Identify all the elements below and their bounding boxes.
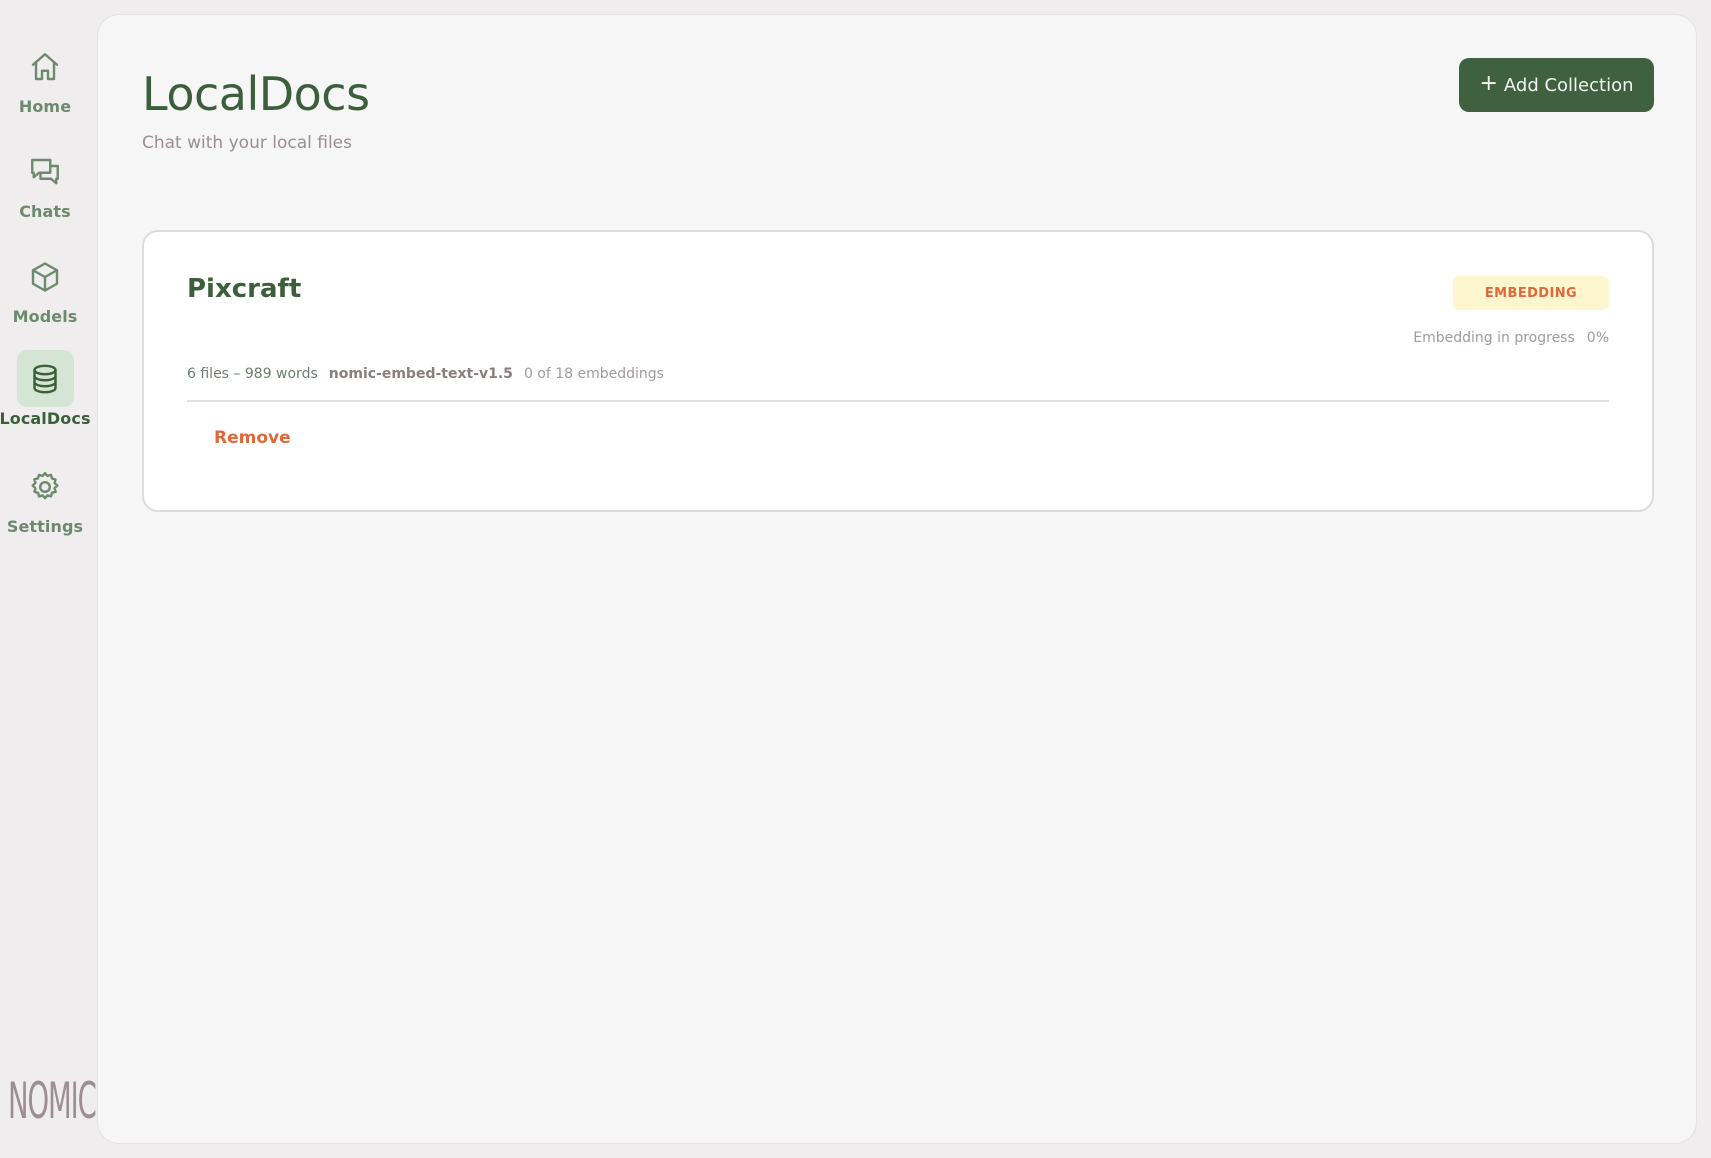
cube-icon (17, 248, 74, 305)
sidebar-item-models[interactable]: Models (0, 248, 90, 326)
files-words-count: 6 files – 989 words (187, 366, 318, 382)
app-window: Home Chats Models LocalDocs Settings NOM… (0, 0, 1711, 1158)
sidebar: Home Chats Models LocalDocs Settings NOM… (0, 0, 97, 1158)
embedding-progress: Embedding in progress 0% (1413, 330, 1609, 346)
collection-card: Pixcraft EMBEDDING Embedding in progress… (142, 230, 1654, 512)
sidebar-item-label: Home (18, 97, 72, 116)
database-icon (16, 350, 74, 407)
progress-percent: 0% (1586, 330, 1609, 346)
sidebar-item-home[interactable]: Home (0, 38, 90, 116)
sidebar-item-settings[interactable]: Settings (0, 458, 90, 536)
collection-meta: 6 files – 989 words nomic-embed-text-v1.… (187, 366, 664, 382)
gear-icon (17, 458, 74, 515)
nomic-logo: NOMIC (8, 1072, 97, 1130)
sidebar-item-label: Models (12, 307, 78, 326)
sidebar-item-label: LocalDocs (0, 409, 91, 428)
sidebar-item-localdocs[interactable]: LocalDocs (0, 350, 90, 428)
chats-icon (17, 143, 74, 200)
add-collection-label: Add Collection (1503, 74, 1634, 96)
sidebar-item-label: Chats (19, 202, 71, 221)
status-badge: EMBEDDING (1453, 276, 1609, 310)
remove-button[interactable]: Remove (214, 428, 291, 448)
home-icon (17, 38, 74, 95)
embeddings-count: 0 of 18 embeddings (523, 366, 664, 382)
embedding-model: nomic-embed-text-v1.5 (328, 366, 513, 382)
page-subtitle: Chat with your local files (142, 133, 352, 153)
progress-text: Embedding in progress (1413, 330, 1575, 346)
plus-icon: + (1479, 71, 1498, 96)
main-panel: LocalDocs Chat with your local files + A… (97, 14, 1697, 1144)
collection-name: Pixcraft (187, 274, 302, 304)
card-divider (187, 400, 1609, 402)
add-collection-button[interactable]: + Add Collection (1459, 58, 1654, 112)
sidebar-item-chats[interactable]: Chats (0, 143, 90, 221)
page-title: LocalDocs (142, 67, 370, 121)
sidebar-item-label: Settings (6, 517, 84, 536)
